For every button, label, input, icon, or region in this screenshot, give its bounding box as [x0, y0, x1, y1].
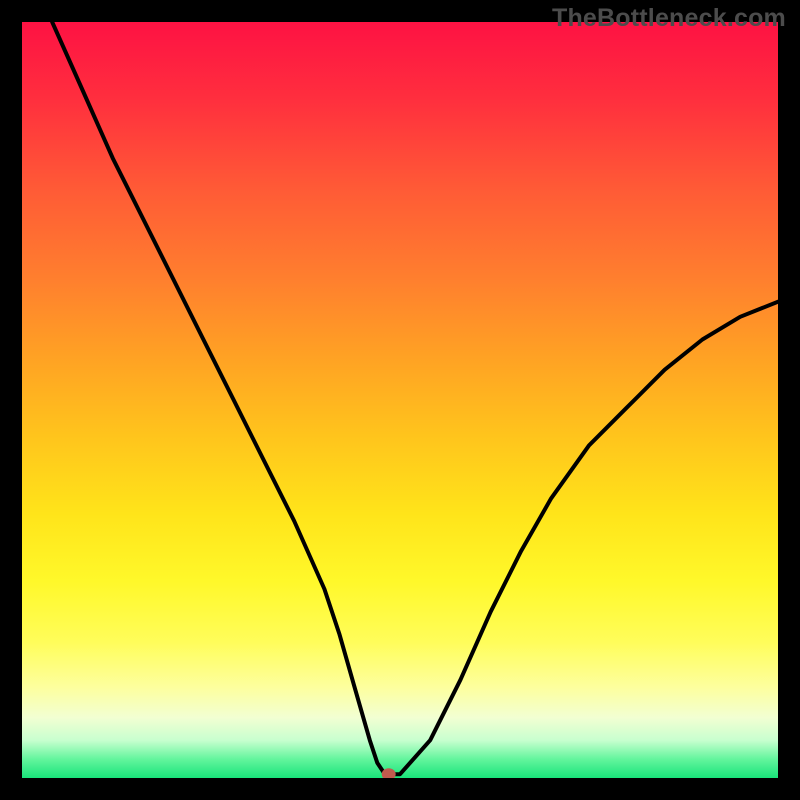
- watermark-label: TheBottleneck.com: [552, 4, 786, 33]
- plot-area: [22, 22, 778, 778]
- curve-svg: [22, 22, 778, 778]
- bottleneck-curve: [52, 22, 778, 774]
- chart-frame: TheBottleneck.com: [0, 0, 800, 800]
